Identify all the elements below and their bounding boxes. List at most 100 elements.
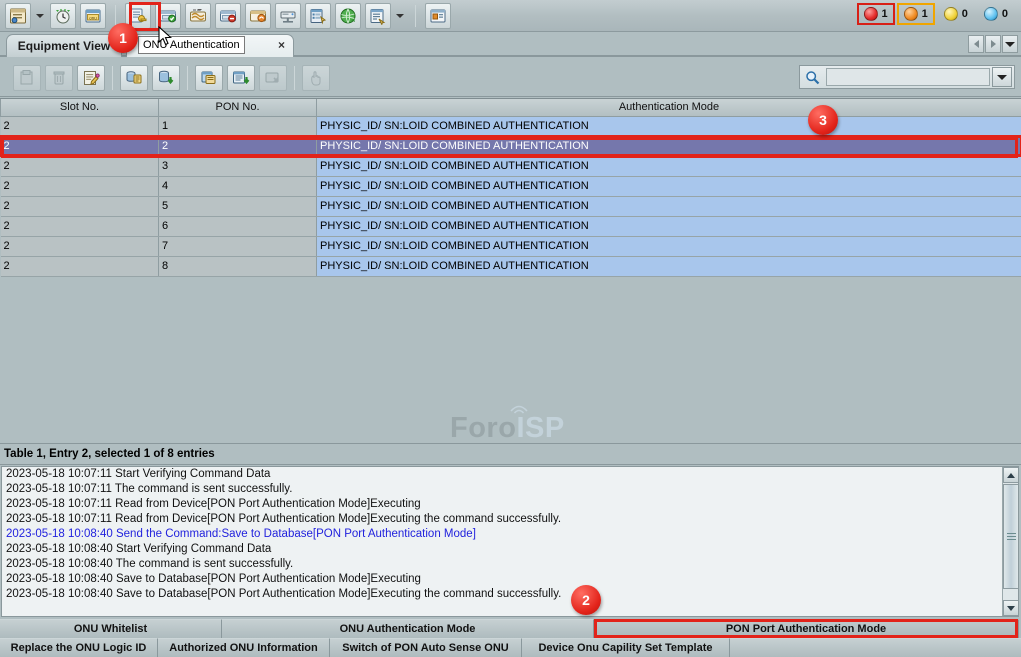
- bottom-tab-authorized-onu-information[interactable]: Authorized ONU Information: [158, 638, 330, 657]
- major-alarm-icon: [904, 7, 918, 21]
- presentation-icon[interactable]: [425, 3, 451, 29]
- log-line: 2023-05-18 10:07:11 Start Verifying Comm…: [2, 467, 1018, 482]
- add-row-icon[interactable]: [13, 65, 41, 91]
- board-config-icon[interactable]: [305, 3, 331, 29]
- onu-authentication-icon[interactable]: [155, 3, 181, 29]
- search-input[interactable]: [826, 68, 990, 86]
- bottom-tab-empty: [730, 638, 1021, 657]
- tab-scroll-right-button[interactable]: [985, 35, 1001, 53]
- alarm-minor[interactable]: 0: [937, 3, 975, 25]
- table-row[interactable]: 2 4 PHYSIC_ID/ SN:LOID COMBINED AUTHENTI…: [1, 176, 1021, 196]
- onu-auto-find-icon[interactable]: [185, 3, 211, 29]
- bottom-tab-label: PON Port Authentication Mode: [726, 623, 886, 635]
- table-row-selected[interactable]: 2 2 PHYSIC_ID/ SN:LOID COMBINED AUTHENTI…: [1, 136, 1021, 156]
- onu-list-icon[interactable]: onu: [80, 3, 106, 29]
- search-dropdown-button[interactable]: [992, 67, 1012, 87]
- onu-profile-icon[interactable]: [245, 3, 271, 29]
- scrollbar-grip-icon: [1007, 533, 1016, 540]
- table-row[interactable]: 2 3 PHYSIC_ID/ SN:LOID COMBINED AUTHENTI…: [1, 156, 1021, 176]
- chevron-down-icon: [36, 14, 44, 18]
- device-rack-icon[interactable]: [275, 3, 301, 29]
- copy-config-icon[interactable]: [195, 65, 223, 91]
- scheduled-task-icon[interactable]: [50, 3, 76, 29]
- scrollbar-thumb[interactable]: [1003, 484, 1019, 589]
- cancel-config-icon[interactable]: [259, 65, 287, 91]
- alarm-critical[interactable]: 1: [857, 3, 895, 25]
- bottom-tab-replace-onu-logic-id[interactable]: Replace the ONU Logic ID: [0, 638, 158, 657]
- device-manager-dropdown[interactable]: [33, 3, 46, 29]
- save-to-database-icon[interactable]: [152, 65, 180, 91]
- bottom-tab-onu-whitelist[interactable]: ONU Whitelist: [0, 619, 222, 638]
- table-row[interactable]: 2 8 PHYSIC_ID/ SN:LOID COMBINED AUTHENTI…: [1, 256, 1021, 276]
- cell-slot-no: 2: [1, 216, 159, 236]
- alarm-counters: 1 1 0 0: [857, 3, 1016, 25]
- cell-authentication-mode: PHYSIC_ID/ SN:LOID COMBINED AUTHENTICATI…: [317, 156, 1021, 176]
- mouse-cursor-icon: [158, 26, 172, 46]
- refresh-hand-icon[interactable]: [302, 65, 330, 91]
- cell-pon-no: 3: [159, 156, 317, 176]
- log-line: 2023-05-18 10:07:11 Read from Device[PON…: [2, 512, 1018, 527]
- warning-alarm-icon: [984, 7, 998, 21]
- alarm-warning[interactable]: 0: [977, 3, 1015, 25]
- chevron-down-icon: [997, 75, 1007, 80]
- bottom-tab-label: Authorized ONU Information: [169, 642, 318, 654]
- cell-authentication-mode: PHYSIC_ID/ SN:LOID COMBINED AUTHENTICATI…: [317, 116, 1021, 136]
- table-row[interactable]: 2 5 PHYSIC_ID/ SN:LOID COMBINED AUTHENTI…: [1, 196, 1021, 216]
- table-toolbar: [0, 59, 1021, 97]
- read-from-device-icon[interactable]: [120, 65, 148, 91]
- annotation-badge-3: 3: [808, 105, 838, 135]
- log-vertical-scrollbar[interactable]: [1002, 467, 1018, 616]
- table-row[interactable]: 2 6 PHYSIC_ID/ SN:LOID COMBINED AUTHENTI…: [1, 216, 1021, 236]
- application-window: onu: [0, 0, 1021, 657]
- log-line: 2023-05-18 10:08:40 Save to Database[PON…: [2, 572, 1018, 587]
- bottom-tab-device-onu-capility-set-template[interactable]: Device Onu Capility Set Template: [522, 638, 730, 657]
- tab-list-button[interactable]: [1002, 35, 1018, 53]
- table-status-line: Table 1, Entry 2, selected 1 of 8 entrie…: [0, 443, 1021, 465]
- chevron-left-icon: [974, 40, 979, 48]
- wifi-wave-icon: [508, 402, 530, 416]
- bottom-tab-pon-port-authentication-mode[interactable]: PON Port Authentication Mode: [594, 619, 1019, 638]
- chevron-up-icon: [1007, 473, 1015, 478]
- report-dropdown[interactable]: [393, 3, 406, 29]
- table-row[interactable]: 2 7 PHYSIC_ID/ SN:LOID COMBINED AUTHENTI…: [1, 236, 1021, 256]
- global-network-icon[interactable]: [335, 3, 361, 29]
- log-line: 2023-05-18 10:08:40 Save to Database[PON…: [2, 587, 1018, 602]
- column-header-slot-no[interactable]: Slot No.: [1, 99, 159, 116]
- toolbar2-divider-1: [112, 66, 113, 90]
- cell-authentication-mode: PHYSIC_ID/ SN:LOID COMBINED AUTHENTICATI…: [317, 236, 1021, 256]
- cell-authentication-mode: PHYSIC_ID/ SN:LOID COMBINED AUTHENTICATI…: [317, 216, 1021, 236]
- cell-slot-no: 2: [1, 156, 159, 176]
- device-manager-icon[interactable]: [5, 3, 31, 29]
- table-body: 2 1 PHYSIC_ID/ SN:LOID COMBINED AUTHENTI…: [1, 116, 1021, 276]
- scroll-up-button[interactable]: [1003, 467, 1019, 483]
- alarm-major[interactable]: 1: [897, 3, 935, 25]
- tab-scroll-left-button[interactable]: [968, 35, 984, 53]
- svg-text:onu: onu: [89, 15, 97, 20]
- search-icon[interactable]: [800, 70, 824, 85]
- scroll-down-button[interactable]: [1003, 600, 1019, 616]
- watermark-isp: ISP: [516, 412, 564, 444]
- delete-row-icon[interactable]: [45, 65, 73, 91]
- close-icon[interactable]: ×: [278, 39, 285, 51]
- toolbar-divider-2: [415, 5, 416, 27]
- column-header-authentication-mode[interactable]: Authentication Mode: [317, 99, 1021, 116]
- bottom-tab-switch-of-pon-auto-sense-onu[interactable]: Switch of PON Auto Sense ONU: [330, 638, 522, 657]
- chevron-down-icon: [396, 14, 404, 18]
- toolbar-group-device: onu: [0, 1, 111, 31]
- report-icon[interactable]: [365, 3, 391, 29]
- tab-equipment-view-label: Equipment View: [18, 39, 110, 53]
- cell-slot-no: 2: [1, 136, 159, 156]
- bottom-tab-label: Replace the ONU Logic ID: [11, 642, 147, 654]
- cell-pon-no: 2: [159, 136, 317, 156]
- tab-equipment-view[interactable]: Equipment View: [6, 34, 122, 57]
- apply-config-icon[interactable]: [227, 65, 255, 91]
- cell-pon-no: 7: [159, 236, 317, 256]
- watermark-foro: Foro: [450, 412, 516, 444]
- deauthorize-onu-icon[interactable]: [215, 3, 241, 29]
- modify-row-icon[interactable]: [77, 65, 105, 91]
- table-row[interactable]: 2 1 PHYSIC_ID/ SN:LOID COMBINED AUTHENTI…: [1, 116, 1021, 136]
- column-header-pon-no[interactable]: PON No.: [159, 99, 317, 116]
- watermark: ForoISP: [450, 412, 565, 445]
- bottom-tab-onu-authentication-mode[interactable]: ONU Authentication Mode: [222, 619, 594, 638]
- command-log-panel[interactable]: 2023-05-18 10:07:11 Start Verifying Comm…: [1, 466, 1019, 617]
